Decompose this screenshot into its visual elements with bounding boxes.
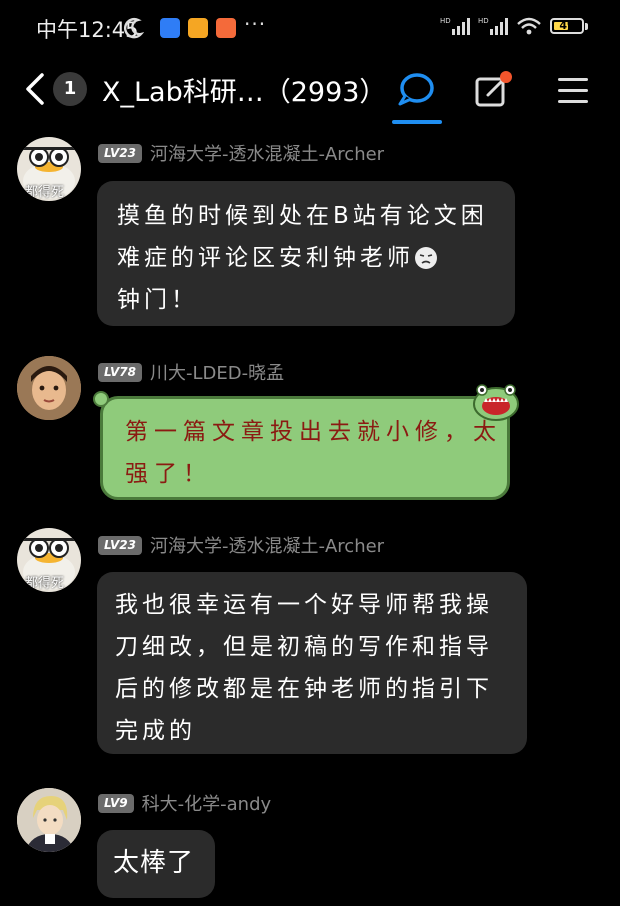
hamburger-menu-icon[interactable] [556, 74, 590, 106]
message-bubble[interactable]: 我也很幸运有一个好导师帮我操 刀细改，但是初稿的写作和指导 后的修改都是在钟老师… [97, 572, 527, 754]
chat-bubble-icon [398, 73, 434, 106]
message-bubble[interactable]: 太棒了 [97, 830, 215, 898]
more-notifications-icon: ··· [244, 12, 267, 36]
status-bar: 中午12:45 ··· HD HD 49 [0, 0, 620, 56]
message-line: 难症的评论区安利钟老师 [117, 237, 515, 279]
group-title[interactable]: X_Lab科研…（2993） [102, 70, 386, 109]
sender-name[interactable]: 川大-LDED-晓孟 [150, 359, 284, 385]
message-meta: LV9 科大-化学-andy [98, 790, 271, 816]
avatar[interactable] [17, 356, 81, 420]
wifi-icon [517, 17, 541, 35]
anime-character-avatar-icon [17, 788, 81, 852]
avatar[interactable]: 都得死 [17, 137, 81, 201]
level-badge: LV23 [98, 143, 142, 163]
monster-sticker-icon [473, 384, 519, 421]
edit-icon[interactable] [474, 70, 514, 110]
battery-icon: 49 [550, 18, 588, 34]
child-photo-avatar-icon [17, 356, 81, 420]
message-meta: LV23 河海大学-透水混凝土-Archer [98, 140, 384, 166]
message-line: 第一篇文章投出去就小修，太 [125, 419, 502, 445]
svg-text:HD: HD [440, 17, 451, 25]
active-tab-indicator [392, 120, 442, 124]
message-bubble[interactable]: 摸鱼的时候到处在B站有论文困 难症的评论区安利钟老师 钟门！ [97, 181, 515, 326]
app-notification-icon [216, 18, 236, 38]
moon-icon [124, 18, 144, 39]
avatar[interactable]: 都得死 [17, 528, 81, 592]
notification-icons [160, 18, 236, 38]
chat-tab[interactable] [392, 66, 442, 124]
level-badge: LV78 [98, 362, 142, 382]
message-line: 后的修改都是在钟老师的指引下 [115, 676, 493, 702]
notification-dot [500, 71, 512, 83]
app-notification-icon [160, 18, 180, 38]
sender-name[interactable]: 科大-化学-andy [142, 790, 272, 816]
message-line: 强了！ [125, 461, 212, 487]
svg-text:HD: HD [478, 17, 489, 25]
avatar[interactable] [17, 788, 81, 852]
message-bubble[interactable]: 第一篇文章投出去就小修，太 强了！ [100, 396, 510, 500]
message-line: 钟门！ [117, 287, 198, 313]
level-badge: LV23 [98, 535, 142, 555]
chat-header: 1 X_Lab科研…（2993） [0, 56, 620, 126]
message-line: 完成的 [115, 718, 196, 744]
bubble-decoration-icon [93, 391, 109, 407]
sweat-emoji-icon [415, 247, 437, 269]
message-line: 我也很幸运有一个好导师帮我操 [115, 592, 493, 618]
unread-count-badge[interactable]: 1 [53, 72, 87, 106]
level-badge: LV9 [98, 793, 134, 813]
message-line: 刀细改，但是初稿的写作和指导 [115, 634, 493, 660]
avatar-caption: 都得死 [25, 576, 65, 591]
sender-name[interactable]: 河海大学-透水混凝土-Archer [150, 140, 384, 166]
message-meta: LV23 河海大学-透水混凝土-Archer [98, 532, 384, 558]
message-line: 太棒了 [113, 848, 195, 878]
status-right: HD HD 49 [440, 16, 588, 36]
message-meta: LV78 川大-LDED-晓孟 [98, 359, 284, 385]
signal-icon: HD [440, 17, 470, 35]
back-chevron-icon[interactable] [22, 72, 48, 106]
battery-level: 49 [559, 19, 575, 32]
app-notification-icon [188, 18, 208, 38]
avatar-caption: 都得死 [25, 185, 65, 200]
message-line: 摸鱼的时候到处在B站有论文困 [117, 203, 488, 229]
signal-icon: HD [478, 17, 508, 35]
sender-name[interactable]: 河海大学-透水混凝土-Archer [150, 532, 384, 558]
